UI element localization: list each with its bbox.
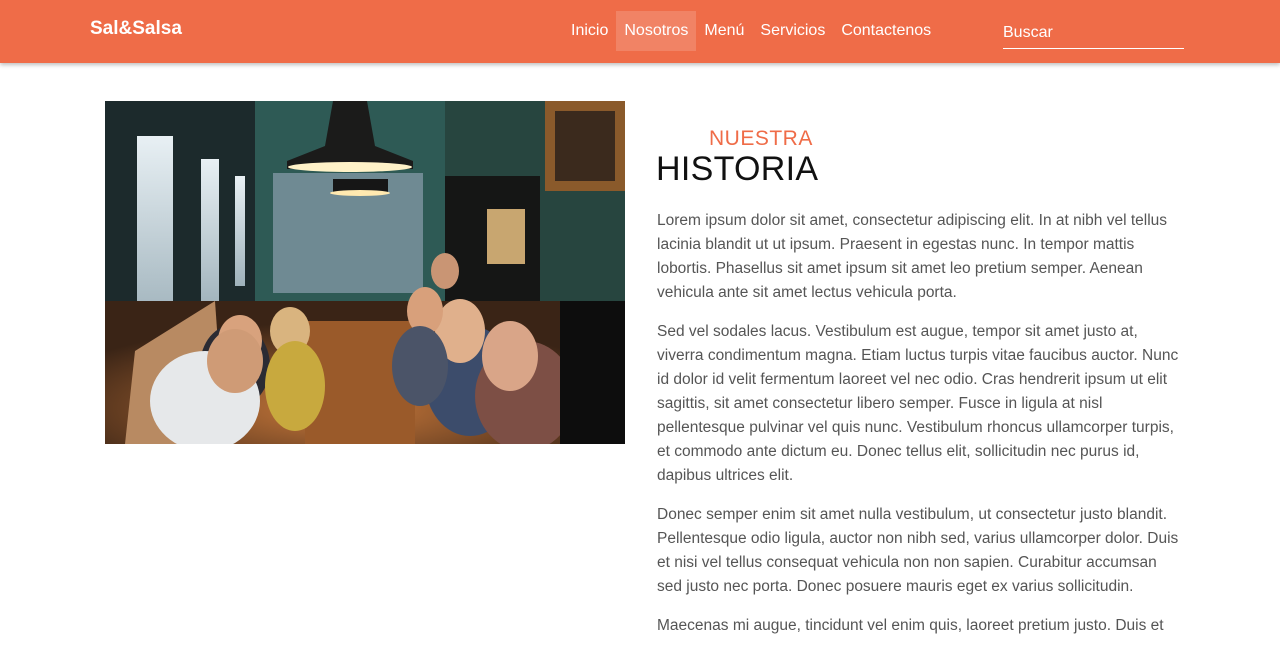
- section-body: Lorem ipsum dolor sit amet, consectetur …: [657, 209, 1181, 653]
- nav-link-menu[interactable]: Menú: [696, 11, 752, 51]
- top-navbar: Sal&Salsa Inicio Nosotros Menú Servicios…: [0, 0, 1280, 63]
- paragraph-4: Maecenas mi augue, tincidunt vel enim qu…: [657, 617, 1164, 634]
- paragraph-3: Donec semper enim sit amet nulla vestibu…: [657, 506, 1179, 595]
- section-eyebrow: NUESTRA: [709, 127, 813, 150]
- section-title: HISTORIA: [656, 150, 819, 188]
- brand-logo-link[interactable]: Sal&Salsa: [90, 18, 182, 40]
- nav-link-servicios[interactable]: Servicios: [752, 11, 833, 51]
- paragraph-1: Lorem ipsum dolor sit amet, consectetur …: [657, 212, 1168, 301]
- nav-links: Inicio Nosotros Menú Servicios Contacten…: [563, 11, 939, 51]
- search-input[interactable]: [1003, 17, 1184, 49]
- restaurant-photo: [105, 101, 625, 444]
- nav-link-nosotros[interactable]: Nosotros: [616, 11, 697, 51]
- nav-link-inicio[interactable]: Inicio: [563, 11, 616, 51]
- nav-link-contactenos[interactable]: Contactenos: [833, 11, 939, 51]
- paragraph-2: Sed vel sodales lacus. Vestibulum est au…: [657, 323, 1179, 484]
